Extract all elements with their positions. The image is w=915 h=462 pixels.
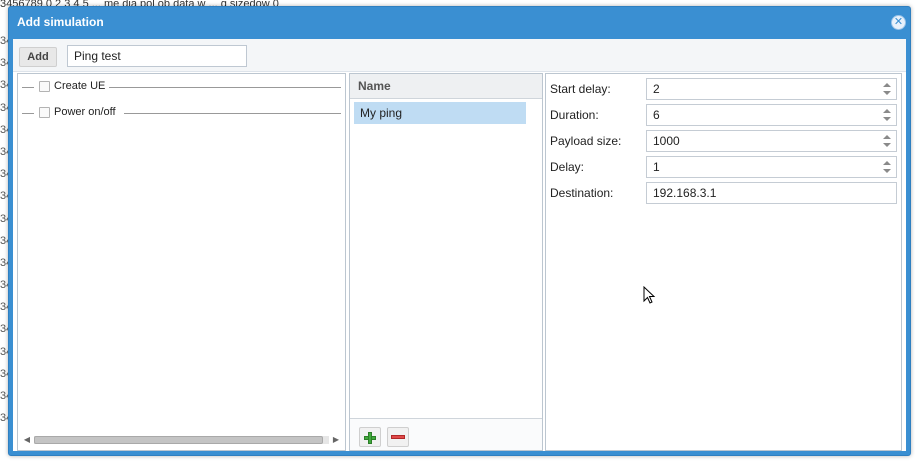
tree-item-power-on-off[interactable]: Power on/off (22, 105, 341, 121)
mouse-cursor-icon (643, 286, 656, 304)
background-gutter-cell: 34 (0, 101, 8, 114)
property-value: 1000 (653, 134, 680, 148)
property-row-payload-size: Payload size: 1000 (550, 130, 897, 152)
background-gutter-cell: 34 (0, 367, 8, 380)
background-gutter-cell: 34 (0, 323, 8, 336)
simulation-name-input[interactable] (67, 45, 247, 67)
event-tree-panel: Create UE Power on/off ◀ ▶ (17, 73, 346, 451)
background-gutter-cell: 34 (0, 279, 8, 292)
background-gutter-cell: 34 (0, 35, 8, 47)
property-label: Start delay: (550, 82, 611, 96)
remove-item-button[interactable] (387, 427, 409, 447)
checkbox-create-ue[interactable] (39, 81, 50, 92)
simulation-list-panel: Name My ping (349, 73, 543, 451)
background-gutter-cell: 34 (0, 168, 8, 181)
spinner-arrows-icon[interactable] (882, 107, 892, 123)
spinner-arrows-icon[interactable] (882, 159, 892, 175)
spinner-arrows-icon[interactable] (882, 81, 892, 97)
tree-connector (22, 113, 34, 114)
tree-connector (124, 113, 341, 114)
destination-field[interactable]: 192.168.3.1 (646, 182, 897, 204)
horizontal-scrollbar[interactable]: ◀ ▶ (22, 434, 341, 446)
background-gutter: 34 34 34 34 34 34 34 34 34 34 34 34 34 3… (0, 30, 8, 429)
background-gutter-cell: 34 (0, 301, 8, 314)
scroll-left-icon[interactable]: ◀ (22, 434, 32, 446)
background-gutter-cell: 34 (0, 57, 8, 70)
column-header-name[interactable]: Name (350, 74, 542, 99)
list-item[interactable]: My ping (354, 102, 526, 124)
background-gutter-cell: 34 (0, 234, 8, 247)
toolbar: Add (13, 39, 906, 72)
delay-spinner[interactable]: 1 (646, 156, 897, 178)
property-label: Payload size: (550, 134, 622, 148)
dialog-body: Add Create UE Power on/off ◀ (13, 39, 906, 451)
background-gutter-cell: 34 (0, 190, 8, 203)
checkbox-power-on-off[interactable] (39, 107, 50, 118)
list-footer (350, 418, 542, 450)
property-row-destination: Destination: 192.168.3.1 (550, 182, 897, 204)
property-label: Destination: (550, 186, 614, 200)
property-label: Delay: (550, 160, 585, 174)
background-gutter-cell: 34 (0, 212, 8, 225)
scrollbar-track[interactable] (34, 436, 329, 444)
scrollbar-thumb[interactable] (34, 436, 324, 444)
property-value: 192.168.3.1 (653, 186, 717, 200)
property-value: 1 (653, 160, 660, 174)
property-label: Duration: (550, 108, 599, 122)
background-gutter-cell: 34 (0, 256, 8, 269)
property-row-start-delay: Start delay: 2 (550, 78, 897, 100)
tree-item-label: Power on/off (54, 106, 120, 118)
add-simulation-dialog: Add simulation ✕ Add Create UE Power on/… (8, 6, 911, 456)
add-button[interactable]: Add (19, 47, 57, 67)
background-gutter-cell: 34 (0, 412, 8, 425)
tree-connector (106, 87, 341, 88)
properties-panel: Start delay: 2 Duration: 6 Payload size:… (545, 73, 902, 451)
duration-spinner[interactable]: 6 (646, 104, 897, 126)
tree-item-label: Create UE (54, 80, 110, 92)
tree-connector (22, 87, 34, 88)
start-delay-spinner[interactable]: 2 (646, 78, 897, 100)
background-gutter-cell: 34 (0, 145, 8, 158)
background-gutter-cell: 34 (0, 79, 8, 92)
background-gutter-cell: 34 (0, 390, 8, 402)
background-gutter-cell: 34 (0, 123, 8, 136)
dialog-title[interactable]: Add simulation (9, 7, 910, 37)
property-row-delay: Delay: 1 (550, 156, 897, 178)
property-value: 2 (653, 82, 660, 96)
background-gutter-cell: 34 (0, 345, 8, 358)
property-value: 6 (653, 108, 660, 122)
close-icon[interactable]: ✕ (891, 15, 906, 30)
add-item-button[interactable] (359, 427, 381, 447)
tree-item-create-ue[interactable]: Create UE (22, 79, 341, 95)
scroll-right-icon[interactable]: ▶ (331, 434, 341, 446)
property-row-duration: Duration: 6 (550, 104, 897, 126)
payload-size-spinner[interactable]: 1000 (646, 130, 897, 152)
spinner-arrows-icon[interactable] (882, 133, 892, 149)
